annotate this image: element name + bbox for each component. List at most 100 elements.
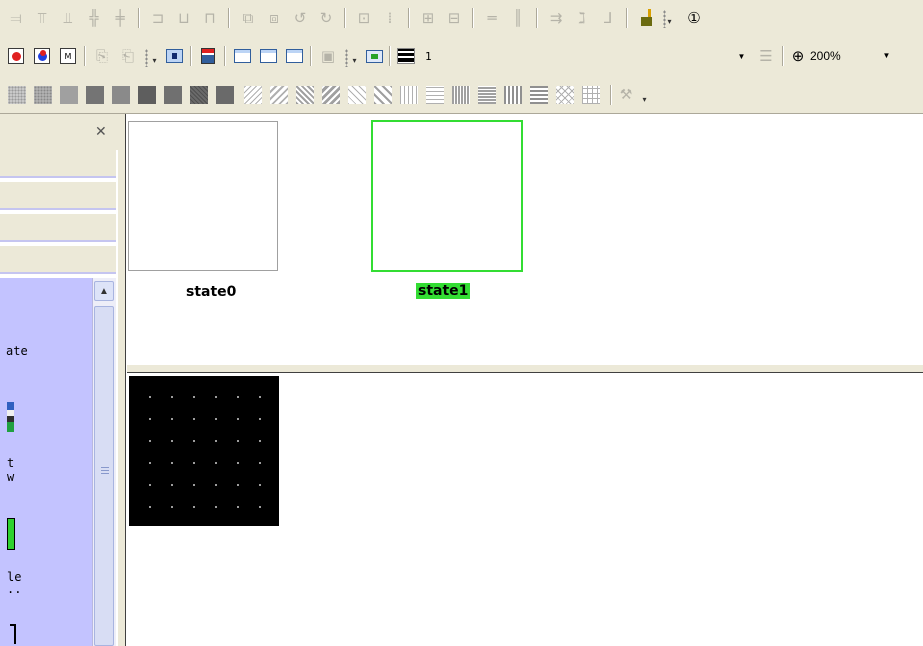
label-tool-icon[interactable]: ⅃: [598, 8, 618, 28]
grid-show-icon[interactable]: ⊟: [444, 8, 464, 28]
toolbar-overflow-icon[interactable]: ▾: [665, 10, 674, 26]
new-state-icon[interactable]: [6, 46, 26, 66]
align-bottom-icon[interactable]: ⫫: [58, 8, 78, 28]
pattern-backdiag-icon[interactable]: [348, 86, 366, 104]
state-label-0[interactable]: state0: [186, 284, 236, 300]
same-size-icon[interactable]: ⊓: [200, 8, 220, 28]
toolbar-alignment: ⫤ ⫪ ⫫ ╬ ╪ ⊐ ⊔ ⊓ ⧉ ⧈ ↺ ↻ ⊡ ⁞ ⊞ ⊟ ═ ║ ⇉ ℷ …: [0, 0, 923, 36]
frame-icon[interactable]: [364, 46, 384, 66]
chevron-down-icon[interactable]: ▼: [879, 47, 894, 63]
hammer-icon[interactable]: ⚒: [616, 85, 636, 105]
pattern-backdiag-bold-icon[interactable]: [374, 86, 392, 104]
same-height-icon[interactable]: ⊔: [174, 8, 194, 28]
left-panel-scrollbar[interactable]: ▲: [92, 278, 116, 646]
close-icon[interactable]: ✕: [95, 123, 107, 140]
send-back-icon[interactable]: ⧈: [264, 8, 284, 28]
scrollbar-thumb[interactable]: [94, 306, 114, 646]
chart-window-2-icon[interactable]: [258, 46, 278, 66]
state-macro-icon[interactable]: M: [58, 46, 78, 66]
line-style-icon[interactable]: ☰: [756, 46, 776, 66]
frame-select[interactable]: 1 ▼: [420, 46, 750, 66]
pattern-diag-bold-icon[interactable]: [322, 86, 340, 104]
pattern-vertical-bold-icon[interactable]: [504, 86, 522, 104]
copy-state-icon[interactable]: ⎘: [92, 46, 112, 66]
import-image-icon[interactable]: [198, 46, 218, 66]
separator: [190, 46, 192, 66]
magnifier-plus-icon[interactable]: ⊕: [788, 46, 808, 66]
align-top-icon[interactable]: ⫪: [32, 8, 52, 28]
left-panel: ✕ ate t w le .. ▲: [0, 114, 118, 646]
paste-state-icon[interactable]: ⎗: [118, 46, 138, 66]
separator: [228, 8, 230, 28]
line-width-icon[interactable]: [396, 46, 416, 66]
list-item-label: t: [7, 456, 15, 470]
chart-window-icon[interactable]: [232, 46, 252, 66]
hline-icon[interactable]: ═: [482, 8, 502, 28]
state-editor-canvas[interactable]: [127, 373, 923, 646]
pattern-dark-icon[interactable]: [112, 86, 130, 104]
pattern-gray-icon[interactable]: [60, 86, 78, 104]
pattern-vertical-dense-icon[interactable]: [452, 86, 470, 104]
pattern-horizontal-dense-icon[interactable]: [478, 86, 496, 104]
left-panel-section[interactable]: [0, 182, 116, 210]
pattern-horizontal-icon[interactable]: [426, 86, 444, 104]
left-panel-section[interactable]: [0, 246, 116, 274]
toolbar-overflow-icon[interactable]: ▾: [640, 88, 649, 104]
horizontal-splitter[interactable]: [127, 364, 923, 373]
same-width-icon[interactable]: ⊐: [148, 8, 168, 28]
pattern-crosshatch-icon[interactable]: [556, 86, 574, 104]
paint-bucket-icon[interactable]: [636, 8, 656, 28]
pattern-diag-dense-icon[interactable]: [296, 86, 314, 104]
chart-window-3-icon[interactable]: [284, 46, 304, 66]
editor-grid[interactable]: [129, 376, 279, 526]
separator: [389, 46, 391, 66]
bring-front-icon[interactable]: ⧉: [238, 8, 258, 28]
pattern-horizontal-bold-icon[interactable]: [530, 86, 548, 104]
pattern-diag-thin-icon[interactable]: [244, 86, 262, 104]
align-center-h-icon[interactable]: ╪: [110, 8, 130, 28]
pattern-dense-dots-icon[interactable]: [86, 86, 104, 104]
left-panel-section[interactable]: [0, 214, 116, 242]
toolbar-grip[interactable]: [345, 49, 348, 67]
pattern-dots-light-icon[interactable]: [8, 86, 26, 104]
pattern-diag-icon[interactable]: [270, 86, 288, 104]
rotate-right-icon[interactable]: ↻: [316, 8, 336, 28]
zoom-dropdown[interactable]: ▼: [876, 46, 894, 66]
pattern-grid-icon[interactable]: [582, 86, 600, 104]
toolbar-overflow-icon[interactable]: ▾: [150, 49, 159, 65]
list-item-thumbnail[interactable]: [7, 402, 14, 432]
ungroup-icon[interactable]: ⁞: [380, 8, 400, 28]
list-item-thumbnail[interactable]: [10, 624, 16, 644]
pattern-darkest-icon[interactable]: [164, 86, 182, 104]
zoom-value[interactable]: 200%: [810, 49, 841, 63]
list-item-thumbnail[interactable]: [7, 518, 15, 550]
chevron-up-icon[interactable]: ▲: [94, 281, 114, 301]
fit-frame-icon[interactable]: [164, 46, 184, 66]
align-center-v-icon[interactable]: ╬: [84, 8, 104, 28]
state-thumbnail-0[interactable]: [128, 121, 278, 271]
play-preview-icon[interactable]: ▣: [318, 46, 338, 66]
tab-order-icon[interactable]: ⇉: [546, 8, 566, 28]
group-icon[interactable]: ⊡: [354, 8, 374, 28]
separator: [310, 46, 312, 66]
vline-icon[interactable]: ║: [508, 8, 528, 28]
state-list[interactable]: ate t w le ..: [0, 278, 92, 646]
pattern-black-icon[interactable]: [216, 86, 234, 104]
rotate-left-icon[interactable]: ↺: [290, 8, 310, 28]
grid-snap-icon[interactable]: ⊞: [418, 8, 438, 28]
text-tool-icon[interactable]: ℷ: [572, 8, 592, 28]
left-panel-section[interactable]: [0, 150, 116, 178]
vertical-splitter[interactable]: [118, 114, 126, 646]
new-state-copy-icon[interactable]: [32, 46, 52, 66]
circled-one-icon[interactable]: ①: [684, 8, 704, 28]
chevron-down-icon[interactable]: ▼: [734, 48, 749, 64]
pattern-darker-icon[interactable]: [138, 86, 156, 104]
pattern-vertical-icon[interactable]: [400, 86, 418, 104]
pattern-solid-dark-icon[interactable]: [190, 86, 208, 104]
toolbar-grip[interactable]: [145, 49, 148, 67]
state-label-1-selected[interactable]: state1: [416, 283, 471, 299]
align-left-icon[interactable]: ⫤: [6, 8, 26, 28]
pattern-dots-icon[interactable]: [34, 86, 52, 104]
state-thumbnail-1-selected[interactable]: [371, 120, 523, 272]
toolbar-overflow-icon[interactable]: ▾: [350, 49, 359, 65]
